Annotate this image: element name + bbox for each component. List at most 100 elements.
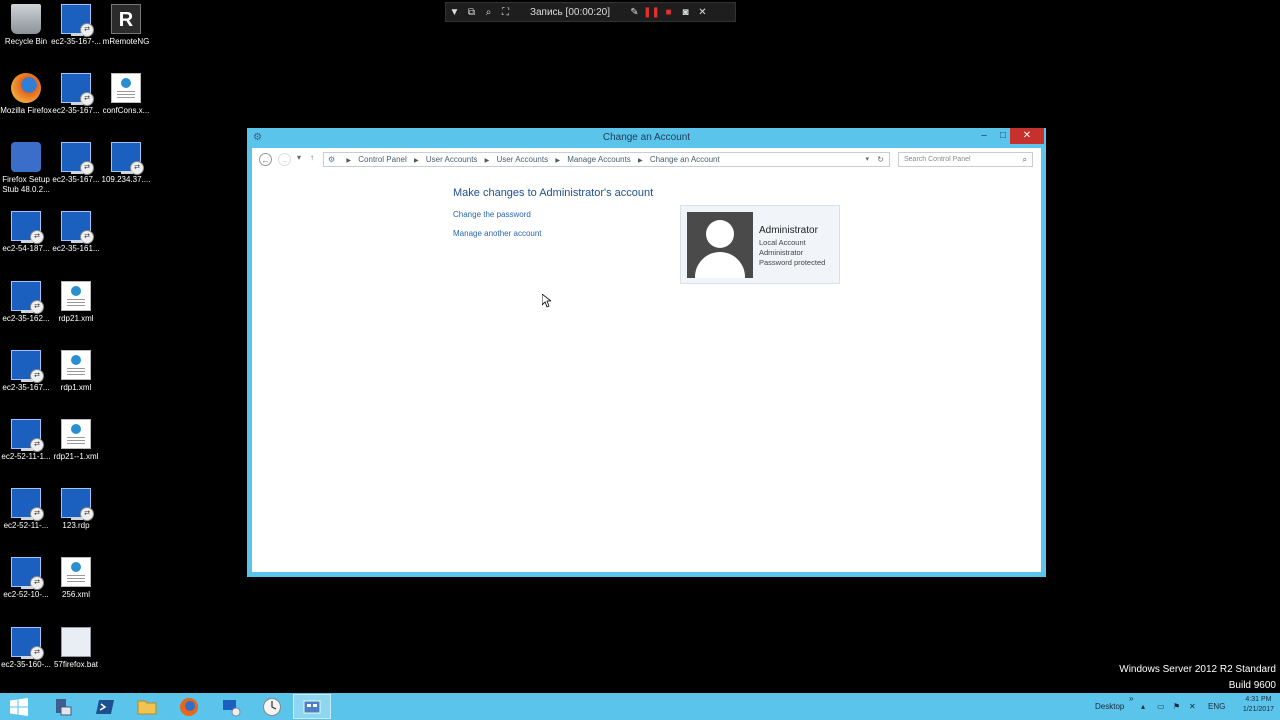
desktop-shortcut[interactable]: ⇄ ec2-35-167... <box>50 142 102 185</box>
desktop-shortcut[interactable]: 57firefox.bat <box>50 627 102 670</box>
desktop-shortcut-label: Mozilla Firefox <box>0 106 52 115</box>
desktop-shortcut-label: mRemoteNG <box>102 37 150 46</box>
close-icon[interactable]: ✕ <box>694 7 711 18</box>
back-button[interactable]: ← <box>259 153 272 166</box>
system-clock[interactable]: 4:31 PM 1/21/2017 <box>1243 695 1274 715</box>
file-explorer-icon[interactable] <box>128 694 166 719</box>
desktop-shortcut[interactable]: ⇄ ec2-54-187... <box>0 211 52 254</box>
breadcrumb-arrow-icon: ▶ <box>413 158 419 164</box>
desktop-shortcut[interactable]: Recycle Bin <box>0 4 52 47</box>
desktop-shortcut-label: Firefox Setup Stub 48.0.2... <box>2 175 50 194</box>
recording-title: Запись [00:00:20] <box>529 6 611 18</box>
windows-start-icon[interactable] <box>0 694 38 719</box>
desktop-shortcut-label: Recycle Bin <box>4 37 48 46</box>
desktop-shortcut[interactable]: rdp21.xml <box>50 281 102 324</box>
address-dropdown-icon[interactable]: ▾ <box>865 153 869 166</box>
desktop-shortcut[interactable]: ⇄ 109.234.37.... <box>100 142 152 185</box>
desktop-shortcut[interactable]: ⇄ ec2-52-10-... <box>0 557 52 600</box>
pen-icon[interactable]: ✎ <box>626 7 643 18</box>
rdp-icon: ⇄ <box>11 419 44 452</box>
account-role: Administrator <box>759 248 804 257</box>
address-bar[interactable]: ⚙ ▶ Control Panel ▶ User Accounts ▶ User… <box>323 152 890 167</box>
rdp-icon: ⇄ <box>11 627 44 660</box>
show-hidden-icons-icon[interactable]: ▴ <box>1141 693 1145 720</box>
action-center-icon[interactable]: ⚑ <box>1173 693 1180 720</box>
desktop-shortcut-label: ec2-52-11-1... <box>1 452 51 461</box>
desktop-shortcut-label: ec2-35-160-... <box>1 660 51 669</box>
pause-icon[interactable]: ❚❚ <box>643 7 660 18</box>
breadcrumb-control-panel[interactable]: Control Panel <box>358 155 406 164</box>
desktop-shortcut[interactable]: 256.xml <box>50 557 102 600</box>
page-title: Make changes to Administrator's account <box>453 187 654 199</box>
language-indicator[interactable]: ENG <box>1208 693 1225 720</box>
manage-another-account-link[interactable]: Manage another account <box>453 229 542 238</box>
firefox-setup-icon <box>11 142 41 172</box>
recent-pages-chevron-icon[interactable]: ▾ <box>297 153 301 162</box>
navigation-bar: ← → ▾ ↑ ⚙ ▶ Control Panel ▶ User Account… <box>252 148 1041 172</box>
window-icon[interactable]: ⧉ <box>463 7 480 18</box>
rdp-icon: ⇄ <box>11 281 44 314</box>
volume-muted-icon[interactable]: ✕ <box>1189 693 1196 720</box>
desktop-shortcut-label: ec2-35-167... <box>52 175 100 184</box>
desktop-shortcut-label: ec2-52-11-... <box>3 521 49 530</box>
desktop-toolbar-label[interactable]: Desktop <box>1095 693 1124 720</box>
network-icon[interactable]: ▭ <box>1157 693 1165 720</box>
breadcrumb-user-accounts[interactable]: User Accounts <box>426 155 478 164</box>
breadcrumb-change-account[interactable]: Change an Account <box>650 155 720 164</box>
search-input[interactable]: Search Control Panel ⌕ <box>898 152 1033 167</box>
desktop-shortcut-label: rdp21--1.xml <box>53 452 99 461</box>
control-panel-icon[interactable] <box>293 694 331 719</box>
stop-icon[interactable]: ■ <box>660 7 677 18</box>
desktop-shortcut-label: 109.234.37.... <box>101 175 151 184</box>
breadcrumb-user-accounts-2[interactable]: User Accounts <box>497 155 549 164</box>
desktop-shortcut[interactable]: confCons.x... <box>100 73 152 116</box>
camera-icon[interactable]: ◙ <box>677 7 694 18</box>
desktop-shortcut-label: 57firefox.bat <box>53 660 99 669</box>
desktop-shortcut-label: 256.xml <box>61 590 90 599</box>
refresh-icon[interactable]: ↻ <box>877 153 884 166</box>
desktop-shortcut[interactable]: rdp1.xml <box>50 350 102 393</box>
minimize-button[interactable]: – <box>975 128 993 144</box>
close-button[interactable]: ✕ <box>1010 128 1044 144</box>
desktop-shortcut[interactable]: ⇄ ec2-35-161... <box>50 211 102 254</box>
firefox-icon[interactable] <box>170 694 208 719</box>
desktop-shortcut[interactable]: RmRemoteNG <box>100 4 152 47</box>
desktop-shortcut-label: ec2-35-167... <box>2 383 50 392</box>
dropdown-icon[interactable]: ▼ <box>446 7 463 18</box>
forward-button[interactable]: → <box>278 153 291 166</box>
desktop-shortcut[interactable]: ⇄ ec2-35-162... <box>0 281 52 324</box>
server-manager-icon[interactable] <box>44 694 82 719</box>
desktop-shortcut[interactable]: Mozilla Firefox <box>0 73 52 116</box>
region-icon[interactable]: ⛶ <box>497 7 514 18</box>
desktop-shortcut[interactable]: ⇄ ec2-35-167-... <box>50 4 102 47</box>
clock-app-icon[interactable] <box>253 694 291 719</box>
desktop-shortcut-label: rdp1.xml <box>60 383 92 392</box>
breadcrumb-arrow-icon: ▶ <box>484 158 490 164</box>
document-icon <box>61 419 91 449</box>
account-password-status: Password protected <box>759 258 826 267</box>
desktop-shortcut[interactable]: ⇄ ec2-52-11-... <box>0 488 52 531</box>
desktop-shortcut[interactable]: ⇄ ec2-52-11-1... <box>0 419 52 462</box>
desktop-shortcut[interactable]: ⇄ ec2-35-160-... <box>0 627 52 670</box>
desktop-shortcut-label: ec2-52-10-... <box>3 590 49 599</box>
desktop-shortcut[interactable]: Firefox Setup Stub 48.0.2... <box>0 142 52 195</box>
toolbar-chevron-icon[interactable]: » <box>1129 685 1133 712</box>
breadcrumb-manage-accounts[interactable]: Manage Accounts <box>567 155 631 164</box>
desktop-shortcut[interactable]: ⇄ ec2-35-167... <box>50 73 102 116</box>
desktop-shortcut[interactable]: rdp21--1.xml <box>50 419 102 462</box>
window-content: ← → ▾ ↑ ⚙ ▶ Control Panel ▶ User Account… <box>252 148 1041 572</box>
desktop-shortcut[interactable]: ⇄ ec2-35-167... <box>0 350 52 393</box>
mouse-cursor-icon <box>541 293 553 313</box>
account-name: Administrator <box>759 225 818 236</box>
zoom-icon[interactable]: ⌕ <box>480 7 497 18</box>
search-icon[interactable]: ⌕ <box>1023 153 1027 166</box>
change-password-link[interactable]: Change the password <box>453 210 531 219</box>
up-button[interactable]: ↑ <box>310 153 314 162</box>
desktop-shortcut-label: ec2-35-167... <box>52 106 100 115</box>
powershell-icon[interactable] <box>86 694 124 719</box>
batch-file-icon <box>61 627 91 657</box>
desktop-shortcut[interactable]: ⇄ 123.rdp <box>50 488 102 531</box>
rdp-icon: ⇄ <box>11 211 44 244</box>
remote-desktop-icon[interactable] <box>212 694 250 719</box>
rdp-icon: ⇄ <box>11 350 44 383</box>
